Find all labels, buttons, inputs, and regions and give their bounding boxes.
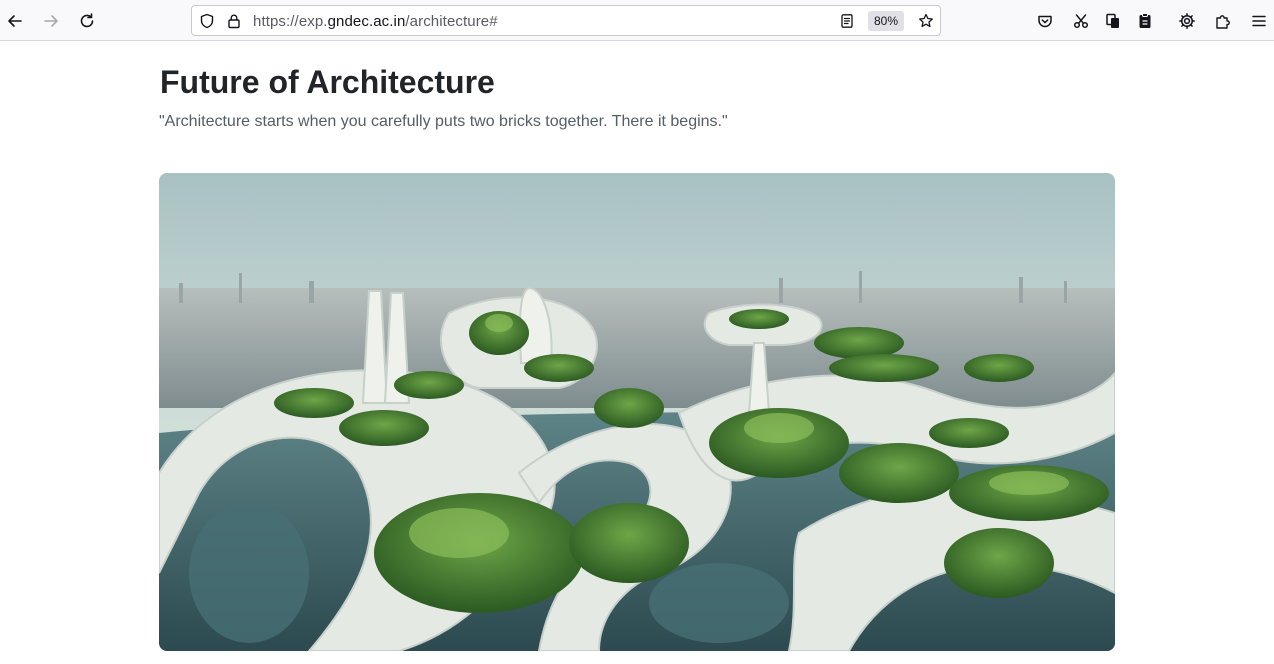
url-host: gndec.ac.in <box>327 13 406 30</box>
url-bar[interactable]: https://exp.gndec.ac.in/architecture# 80… <box>191 5 941 36</box>
page-title: Future of Architecture <box>160 64 495 100</box>
page-quote: "Architecture starts when you carefully … <box>159 113 728 130</box>
reader-view-icon[interactable] <box>838 12 856 30</box>
futuristic-green-city-illustration <box>159 173 1115 651</box>
url-path: /architecture# <box>405 13 498 30</box>
extensions-icon[interactable] <box>1208 6 1238 36</box>
pocket-icon[interactable] <box>1030 6 1060 36</box>
reload-icon[interactable] <box>72 6 102 36</box>
forward-arrow-icon[interactable] <box>36 6 66 36</box>
url-text[interactable]: https://exp.gndec.ac.in/architecture# <box>253 13 498 30</box>
clipboard-icon[interactable] <box>1130 6 1160 36</box>
url-prefix: https://exp. <box>253 13 328 30</box>
hamburger-menu-icon[interactable] <box>1244 6 1274 36</box>
hero-image <box>159 173 1115 651</box>
shield-icon[interactable] <box>198 12 216 30</box>
back-arrow-icon[interactable] <box>0 6 30 36</box>
bookmark-star-icon[interactable] <box>917 12 935 30</box>
scissors-icon[interactable] <box>1066 6 1096 36</box>
zoom-level-badge[interactable]: 80% <box>868 11 905 31</box>
browser-toolbar: https://exp.gndec.ac.in/architecture# 80… <box>0 0 1274 41</box>
gear-icon[interactable] <box>1172 6 1202 36</box>
copy-icon[interactable] <box>1098 6 1128 36</box>
lock-icon[interactable] <box>225 12 243 30</box>
